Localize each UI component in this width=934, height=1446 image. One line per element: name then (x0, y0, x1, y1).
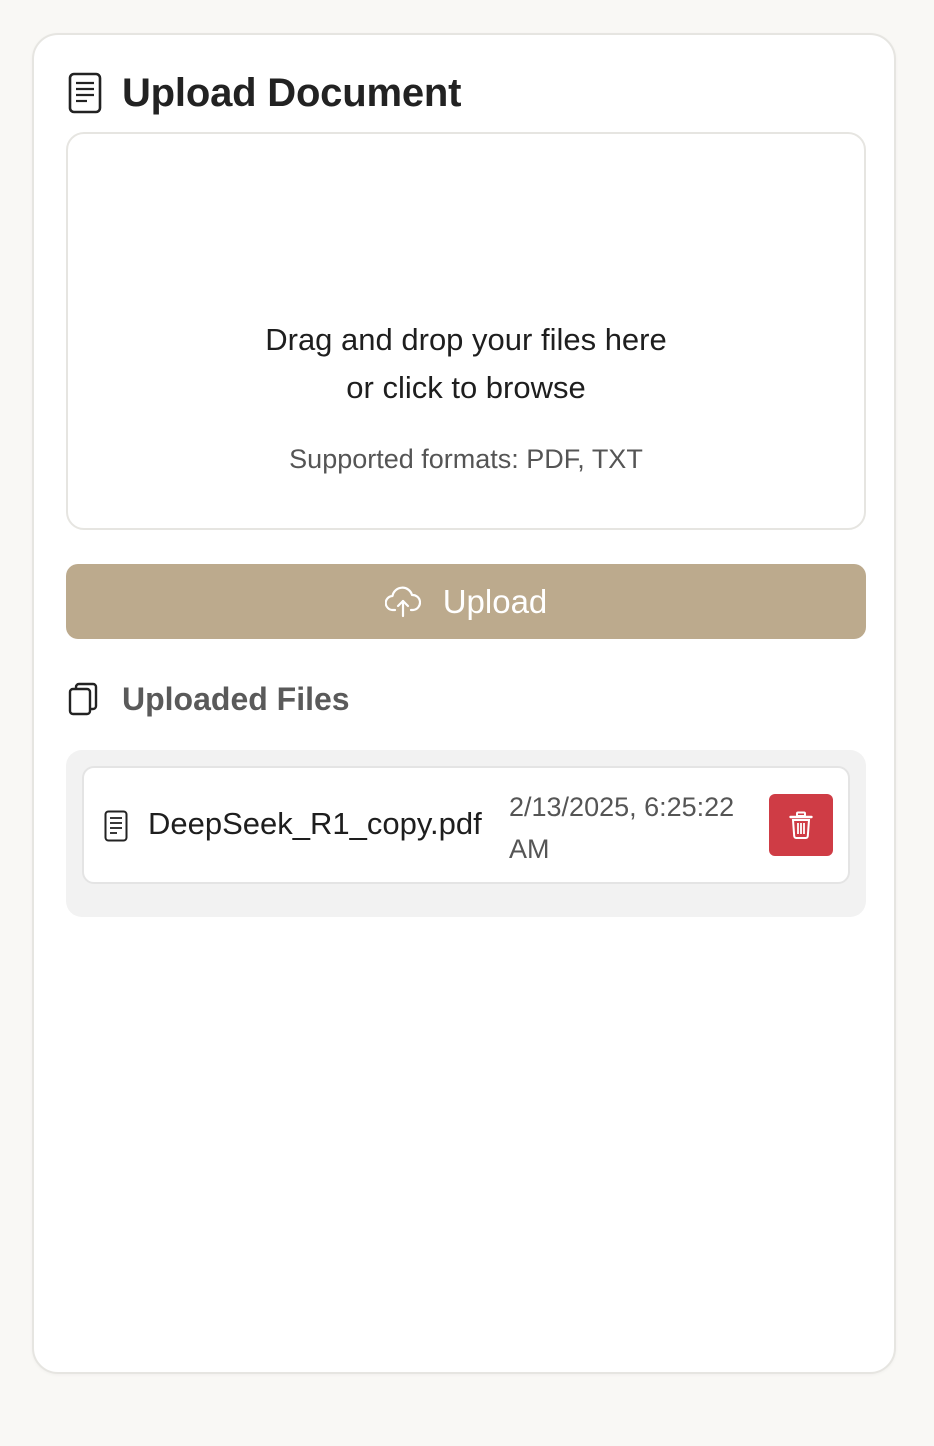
upload-button-label: Upload (442, 582, 548, 620)
files-copy-icon (68, 682, 98, 716)
file-dropzone[interactable]: Drag and drop your files here or click t… (66, 132, 866, 530)
document-icon (104, 810, 128, 842)
dropzone-instructions: Drag and drop your files here or click t… (68, 316, 864, 412)
supported-formats: Supported formats: PDF, TXT (289, 444, 643, 474)
cloud-upload-icon (384, 586, 421, 618)
upload-button[interactable]: Upload (66, 564, 866, 639)
uploaded-files-list: DeepSeek_R1_copy.pdf 2/13/2025, 6:25:22 … (66, 750, 866, 917)
list-item: DeepSeek_R1_copy.pdf 2/13/2025, 6:25:22 … (82, 766, 850, 884)
file-upload-date: 2/13/2025, 6:25:22 AM (509, 792, 735, 864)
page-title: Upload Document (122, 70, 462, 115)
document-icon (68, 72, 102, 114)
card-header: Upload Document (68, 69, 461, 117)
uploaded-files-title: Uploaded Files (122, 680, 350, 717)
file-name: DeepSeek_R1_copy.pdf (148, 806, 482, 841)
upload-card: Upload Document Drag and drop your files… (32, 33, 896, 1374)
dropzone-line-2: or click to browse (346, 370, 586, 405)
trash-icon (789, 811, 813, 839)
uploaded-files-heading: Uploaded Files (68, 677, 350, 721)
delete-file-button[interactable] (769, 794, 833, 856)
dropzone-line-1: Drag and drop your files here (265, 322, 667, 357)
